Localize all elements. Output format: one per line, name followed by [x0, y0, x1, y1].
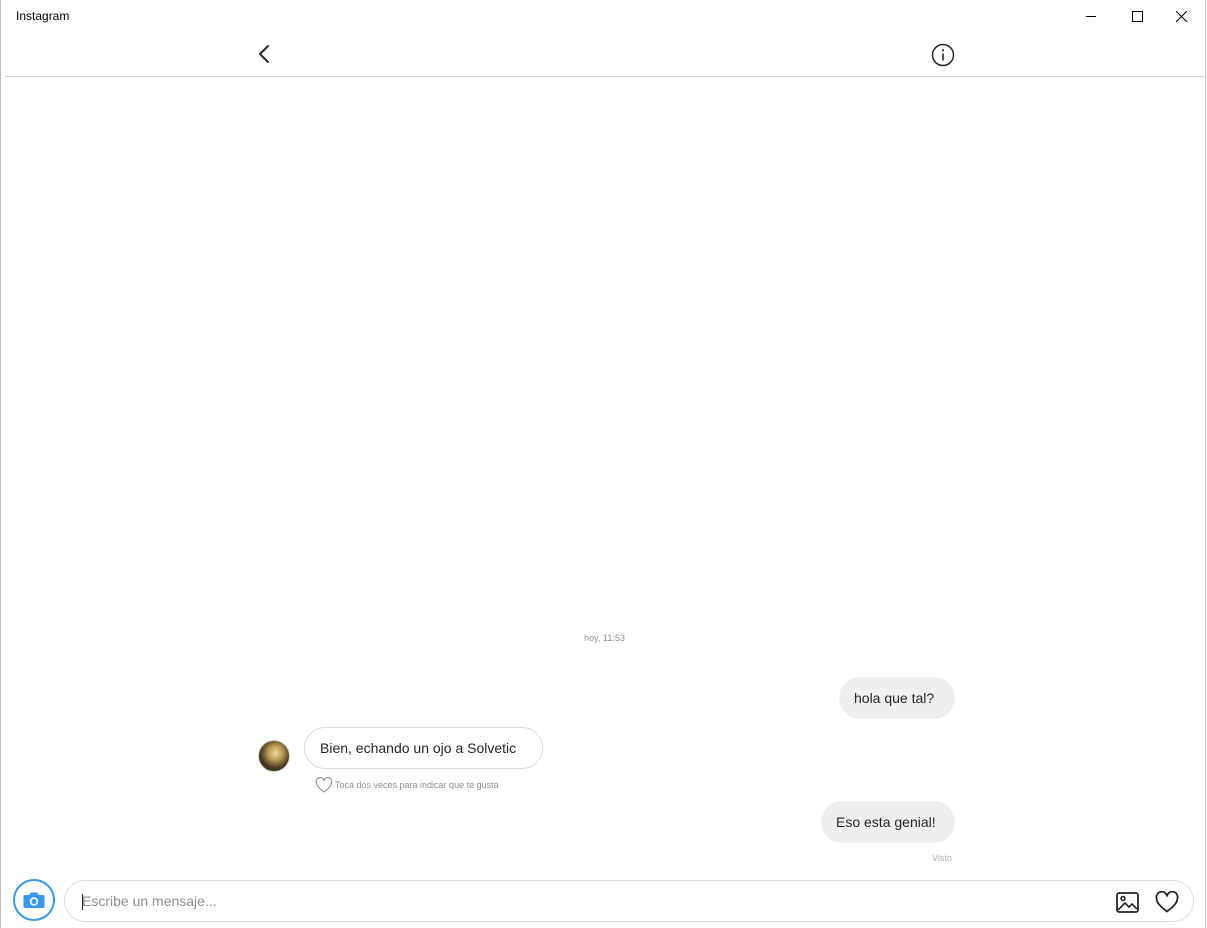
conversation-header — [5, 32, 1204, 77]
info-button[interactable] — [930, 42, 956, 68]
incoming-message[interactable]: Bien, echando un ojo a Solvetic — [304, 727, 543, 769]
message-input-container — [64, 880, 1194, 922]
message-input[interactable] — [82, 881, 1082, 921]
message-timestamp: hoy, 11:53 — [584, 633, 625, 643]
message-thread: hoy, 11:53 hola que tal? Bien, echando u… — [5, 77, 1204, 872]
gallery-button[interactable] — [1115, 890, 1139, 914]
message-text: Bien, echando un ojo a Solvetic — [320, 740, 517, 756]
maximize-icon — [1131, 10, 1143, 22]
instagram-window: Instagram hoy, 11:53 hola que tal? Bien,… — [5, 0, 1204, 928]
seen-status: Visto — [932, 853, 952, 863]
message-text: Eso esta genial! — [836, 814, 936, 830]
back-button[interactable] — [251, 40, 277, 68]
outgoing-message[interactable]: hola que tal? — [839, 677, 955, 719]
info-icon — [931, 43, 955, 67]
close-icon — [1175, 10, 1187, 22]
text-caret — [82, 894, 83, 910]
avatar[interactable] — [258, 740, 290, 772]
heart-outline-icon — [315, 777, 333, 793]
app-title: Instagram — [16, 9, 70, 23]
close-button[interactable] — [1158, 0, 1204, 32]
minimize-icon — [1086, 16, 1096, 17]
chevron-left-icon — [259, 45, 269, 63]
camera-icon — [23, 892, 45, 908]
minimize-button[interactable] — [1068, 0, 1114, 32]
window-right-edge — [1205, 0, 1206, 928]
message-text: hola que tal? — [854, 690, 935, 706]
message-composer — [5, 872, 1204, 928]
like-hint-label: Toca dos veces para indicar que te gusta — [335, 780, 499, 790]
image-icon — [1115, 891, 1139, 913]
like-button[interactable] — [1155, 890, 1179, 914]
like-hint: Toca dos veces para indicar que te gusta — [315, 777, 499, 793]
camera-button[interactable] — [13, 879, 55, 921]
window-left-edge — [0, 0, 1, 928]
title-bar: Instagram — [5, 0, 1204, 32]
maximize-button[interactable] — [1114, 0, 1160, 32]
heart-icon — [1155, 891, 1179, 913]
outgoing-message[interactable]: Eso esta genial! — [821, 801, 955, 843]
